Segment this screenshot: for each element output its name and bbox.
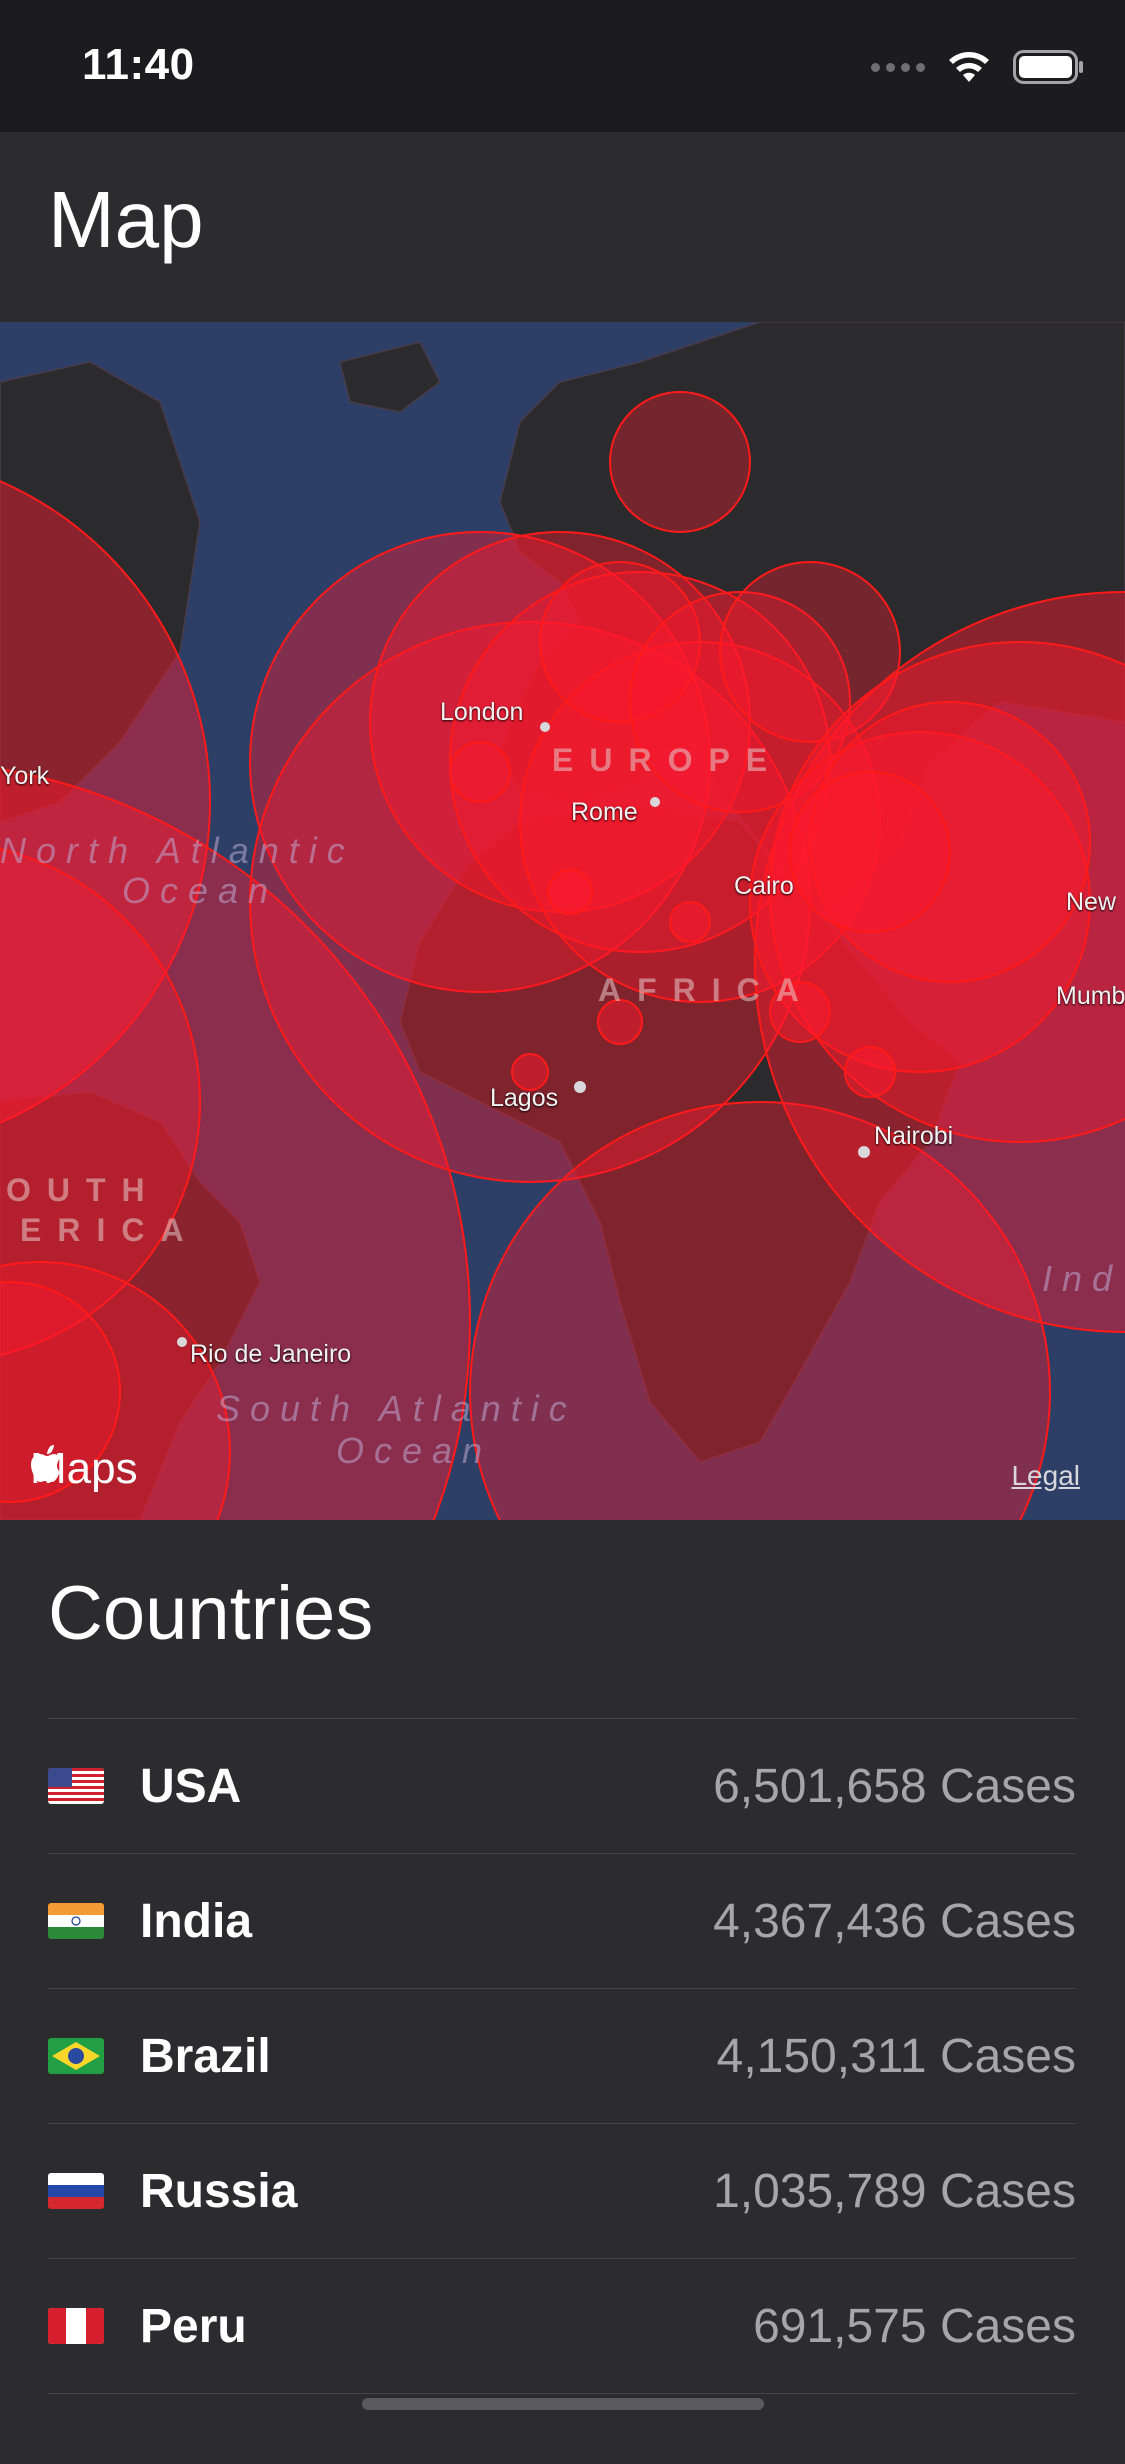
map-label-africa: AFRICA <box>598 972 815 1008</box>
country-list: USA 6,501,658 Cases India 4,367,436 Case… <box>48 1718 1076 2464</box>
status-icons <box>871 50 1085 84</box>
map-label-london: London <box>440 698 524 726</box>
map-label-rome: Rome <box>571 798 638 826</box>
map-label-lagos: Lagos <box>490 1084 559 1112</box>
russia-flag-icon <box>48 2173 104 2209</box>
page-title: Map <box>48 175 204 264</box>
map-canvas <box>0 322 1125 1520</box>
peru-flag-icon <box>48 2308 104 2344</box>
status-bar: 11:40 <box>0 0 1125 132</box>
country-row-peru[interactable]: Peru 691,575 Cases <box>48 2258 1076 2393</box>
map-label-new-york: York <box>0 762 50 790</box>
map-label-europe: EUROPE <box>552 742 784 778</box>
maps-attribution[interactable]: Maps <box>30 1444 138 1494</box>
india-flag-icon <box>48 1903 104 1939</box>
battery-icon <box>1013 50 1083 84</box>
country-cases: 691,575 Cases <box>753 2299 1076 2353</box>
us-flag-icon <box>48 1768 104 1804</box>
country-cases: 4,150,311 Cases <box>716 2029 1076 2083</box>
map-label-south-america-1: OUTH <box>6 1172 161 1208</box>
country-name: USA <box>140 1759 242 1813</box>
country-name: Brazil <box>140 2029 271 2083</box>
countries-section: Countries USA 6,501,658 Cases India 4,36… <box>0 1520 1125 2436</box>
map-label-new-delhi: New <box>1066 888 1117 916</box>
country-row-brazil[interactable]: Brazil 4,150,311 Cases <box>48 1988 1076 2123</box>
country-cases: 1,035,789 Cases <box>713 2164 1076 2218</box>
brazil-flag-icon <box>48 2038 104 2074</box>
map-label-south-atlantic: South Atlantic <box>216 1388 577 1429</box>
country-name: Peru <box>140 2299 247 2353</box>
section-title: Countries <box>48 1571 374 1656</box>
map-view[interactable]: London EUROPE Rome Cairo New Mumb York N… <box>0 322 1125 1520</box>
cellular-signal-icon <box>871 62 925 72</box>
country-name: Russia <box>140 2164 298 2218</box>
map-label-south-atlantic-ocean: Ocean <box>336 1430 493 1471</box>
country-name: India <box>140 1894 253 1948</box>
map-label-north-atlantic-ocean: Ocean <box>122 870 279 911</box>
map-label-mumbai: Mumb <box>1056 982 1125 1010</box>
home-indicator[interactable] <box>362 2398 764 2410</box>
legal-link[interactable]: Legal <box>1011 1460 1080 1492</box>
navigation-bar: Map <box>0 132 1125 322</box>
apple-logo-icon <box>31 1445 61 1482</box>
map-label-south-america-2: ERICA <box>20 1212 200 1248</box>
map-label-north-atlantic: North Atlantic <box>0 830 355 871</box>
map-label-nairobi: Nairobi <box>874 1122 954 1150</box>
country-row-usa[interactable]: USA 6,501,658 Cases <box>48 1718 1076 1853</box>
map-label-cairo: Cairo <box>734 872 794 900</box>
wifi-icon <box>949 52 989 82</box>
country-row-russia[interactable]: Russia 1,035,789 Cases <box>48 2123 1076 2258</box>
country-cases: 6,501,658 Cases <box>713 1759 1076 1813</box>
map-label-rio: Rio de Janeiro <box>190 1340 352 1368</box>
country-row-india[interactable]: India 4,367,436 Cases <box>48 1853 1076 1988</box>
country-cases: 4,367,436 Cases <box>713 1894 1076 1948</box>
status-time: 11:40 <box>82 40 195 89</box>
map-label-indian-ocean: Ind <box>1042 1258 1123 1299</box>
